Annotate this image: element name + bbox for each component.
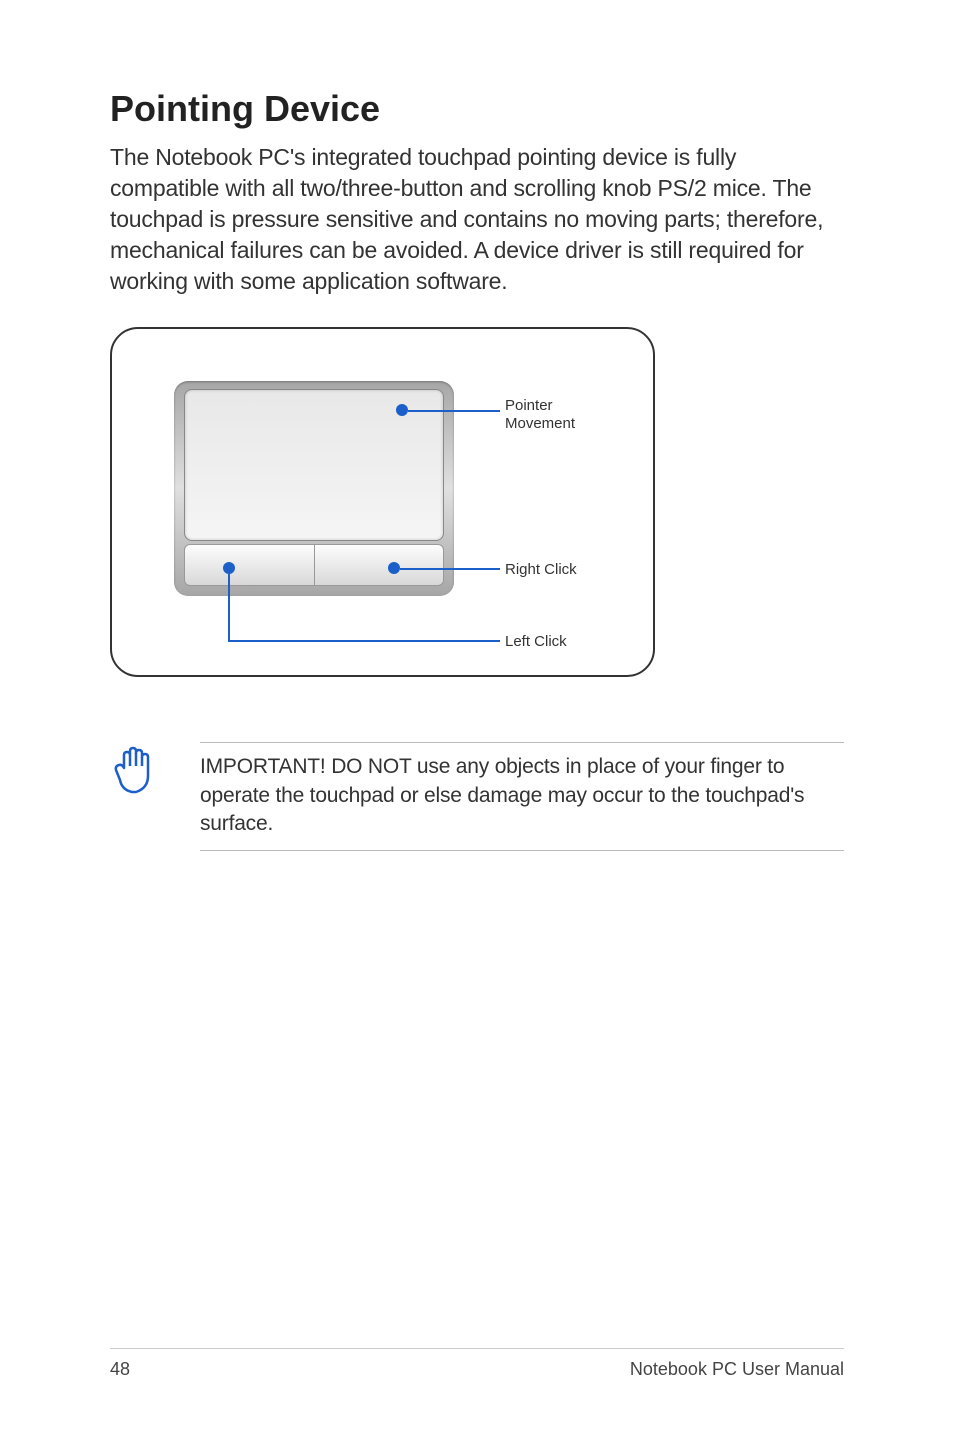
callout-label-pointer: Pointer Movement (505, 397, 575, 433)
callout-line-pointer (408, 410, 500, 412)
touchpad-illustration (174, 381, 454, 596)
touchpad-diagram: Pointer Movement Right Click Left Click (110, 327, 655, 677)
callout-line-left-vertical (228, 574, 230, 641)
page-footer: 48 Notebook PC User Manual (110, 1348, 844, 1380)
touchpad-right-button (315, 544, 445, 586)
manual-title: Notebook PC User Manual (630, 1359, 844, 1380)
callout-label-right: Right Click (505, 561, 577, 579)
callout-label-left: Left Click (505, 633, 567, 651)
important-note: IMPORTANT! DO NOT use any objects in pla… (110, 742, 844, 851)
hand-stop-icon (110, 742, 170, 851)
callout-line-right (400, 568, 500, 570)
page-number: 48 (110, 1359, 130, 1380)
intro-paragraph: The Notebook PC's integrated touchpad po… (110, 142, 844, 297)
section-heading: Pointing Device (110, 88, 844, 130)
note-text: IMPORTANT! DO NOT use any objects in pla… (200, 742, 844, 851)
touchpad-left-button (184, 544, 315, 586)
callout-line-left-horizontal (228, 640, 500, 642)
